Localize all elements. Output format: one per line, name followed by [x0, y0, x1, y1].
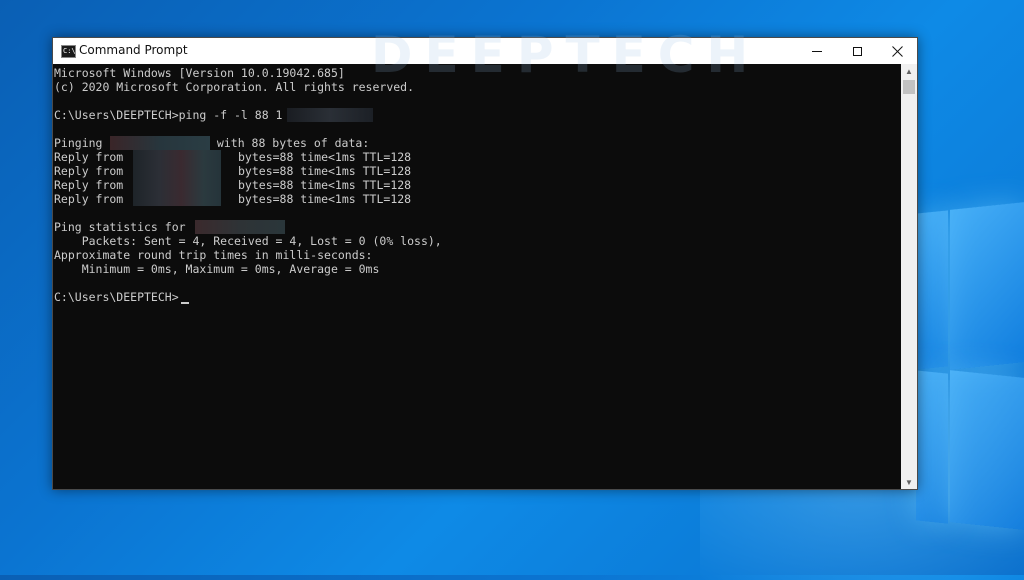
reply-line: bytes=88 time<1ms TTL=128	[238, 178, 412, 192]
rtt-values: Minimum = 0ms, Maximum = 0ms, Average = …	[54, 262, 380, 276]
command-prompt-window[interactable]: C:\ Command Prompt DEEPTECH Microsoft Wi…	[52, 26, 918, 490]
windows-logo-panel	[916, 370, 948, 524]
close-icon	[891, 45, 903, 57]
scroll-up-button[interactable]: ▲	[901, 64, 917, 78]
scroll-up-icon: ▲	[905, 66, 913, 76]
console-output[interactable]: Microsoft Windows [Version 10.0.19042.68…	[53, 64, 901, 489]
scroll-down-icon: ▼	[905, 477, 913, 487]
redacted-ip-block	[133, 150, 221, 206]
minimize-icon	[812, 50, 822, 52]
reply-line: bytes=88 time<1ms TTL=128	[238, 150, 412, 164]
pinging-suffix: with 88 bytes of data:	[210, 136, 370, 150]
windows-logo-panel	[950, 370, 1024, 530]
maximize-icon	[852, 46, 862, 56]
reply-line: bytes=88 time<1ms TTL=128	[238, 192, 412, 206]
pinging-prefix: Pinging	[54, 136, 110, 150]
scrollbar-thumb[interactable]	[903, 80, 915, 94]
console-prompt: C:\Users\DEEPTECH>	[54, 290, 179, 304]
windows-logo-panel	[916, 210, 948, 370]
title-bar[interactable]: C:\ Command Prompt DEEPTECH	[53, 26, 917, 84]
windows-logo-panel	[950, 202, 1024, 370]
scroll-down-button[interactable]: ▼	[901, 475, 917, 489]
reply-prefix: Reply from	[54, 150, 131, 164]
reply-line: bytes=88 time<1ms TTL=128	[238, 164, 412, 178]
reply-prefix: Reply from	[54, 192, 131, 206]
minimize-button[interactable]	[797, 38, 837, 64]
redacted-ip	[195, 220, 285, 234]
maximize-button[interactable]	[837, 38, 877, 64]
console-header-version: Microsoft Windows [Version 10.0.19042.68…	[54, 66, 345, 80]
text-cursor	[181, 302, 189, 304]
reply-prefix: Reply from	[54, 178, 131, 192]
stats-packets: Packets: Sent = 4, Received = 4, Lost = …	[54, 234, 442, 248]
redacted-ip	[110, 136, 210, 150]
console-header-copyright: (c) 2020 Microsoft Corporation. All righ…	[54, 80, 415, 94]
rtt-header: Approximate round trip times in milli-se…	[54, 248, 373, 262]
window-title: Command Prompt	[79, 43, 188, 57]
cmd-icon: C:\	[61, 45, 76, 58]
vertical-scrollbar[interactable]: ▲ ▼	[901, 64, 917, 489]
redacted-ip	[287, 108, 373, 122]
stats-header: Ping statistics for	[54, 220, 193, 234]
reply-prefix: Reply from	[54, 164, 131, 178]
console-command-line: C:\Users\DEEPTECH>ping -f -l 88 1	[54, 108, 283, 122]
close-button[interactable]	[877, 38, 917, 64]
